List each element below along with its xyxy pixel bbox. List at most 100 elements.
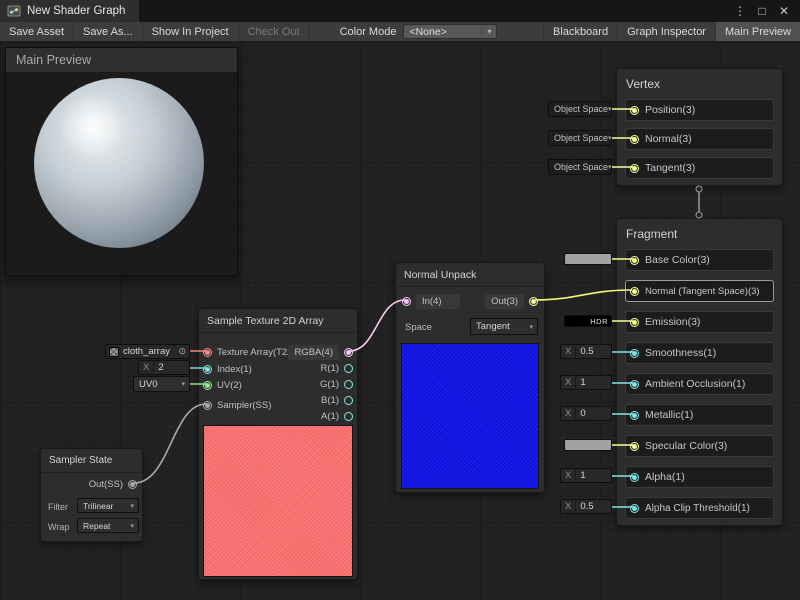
show-in-project-button[interactable]: Show In Project [143,22,239,41]
block-row-position[interactable]: Position(3) [625,99,774,121]
graph-inspector-toggle-button[interactable]: Graph Inspector [617,22,715,41]
wrap-label-row: Wrap [48,520,69,534]
output-out-ss: Out(SS) [89,477,137,491]
base-color-swatch[interactable] [564,253,612,265]
ambient-occlusion-float-field[interactable]: X 1 [560,375,612,390]
color-mode-dropdown[interactable]: <None> ▾ [403,24,497,39]
tab-new-shader-graph[interactable]: New Shader Graph [0,0,139,22]
space-dropdown[interactable]: Tangent ▾ [470,318,538,335]
fragment-node-title[interactable]: Fragment [617,219,782,249]
input-uv: UV(2) [203,378,242,392]
port-sampler[interactable] [203,401,212,410]
save-as-button[interactable]: Save As... [74,22,143,41]
port-a[interactable] [344,412,353,421]
block-row-alpha[interactable]: Alpha(1) [625,466,774,488]
port-index[interactable] [203,365,212,374]
shader-preview-sphere [34,78,204,248]
block-row-vertex-tangent[interactable]: Tangent(3) [625,157,774,179]
port-in4[interactable] [402,297,411,306]
window-controls: ⋮ □ ✕ [730,0,800,22]
main-preview-header[interactable]: Main Preview [6,48,237,73]
block-row-vertex-normal[interactable]: Normal(3) [625,128,774,150]
sample-node-title[interactable]: Sample Texture 2D Array [199,309,357,333]
block-label-vertex-normal: Normal(3) [645,133,692,145]
output-b: B(1) [321,393,353,407]
more-options-icon[interactable]: ⋮ [730,4,750,18]
port-r[interactable] [344,364,353,373]
output-label-out-ss: Out(SS) [89,479,123,490]
port-alpha-clip-threshold[interactable] [630,504,639,513]
port-texture-array[interactable] [203,348,212,357]
sampler-state-node[interactable]: Sampler State Out(SS) Filter Trilinear ▾… [40,448,143,542]
alpha-clip-value: 0.5 [580,501,593,512]
alpha-clip-float-field[interactable]: X 0.5 [560,499,612,514]
alpha-float-field[interactable]: X 1 [560,468,612,483]
port-ambient-occlusion[interactable] [630,380,639,389]
graph-canvas[interactable]: Vertex Position(3) Normal(3) Tangent(3) … [0,42,800,600]
blackboard-toggle-button[interactable]: Blackboard [543,22,617,41]
block-row-emission[interactable]: Emission(3) [625,311,774,333]
ambient-occlusion-value: 1 [580,377,585,388]
wire-samplerstate-to-sampler[interactable] [134,404,206,483]
output-label-out3: Out(3) [485,294,524,309]
port-position[interactable] [630,106,639,115]
main-preview-toggle-button[interactable]: Main Preview [715,22,800,41]
port-smoothness[interactable] [630,349,639,358]
port-alpha[interactable] [630,473,639,482]
color-mode-label: Color Mode [340,26,397,38]
smoothness-float-field[interactable]: X 0.5 [560,344,612,359]
close-icon[interactable]: ✕ [774,4,794,18]
port-metallic[interactable] [630,411,639,420]
port-out3[interactable] [529,297,538,306]
object-picker-icon[interactable]: ⊙ [178,346,189,357]
port-normal-tangent-space[interactable] [630,287,639,296]
filter-dropdown[interactable]: Trilinear ▾ [77,498,139,513]
wrap-value: Repeat [83,521,110,531]
emission-hdr-color-field[interactable]: HDR [564,315,612,327]
fragment-context-node[interactable]: Fragment Base Color(3) Normal (Tangent S… [616,218,783,526]
specular-color-swatch[interactable] [564,439,612,451]
port-out-ss[interactable] [128,480,137,489]
toolbar-right-group: Blackboard Graph Inspector Main Preview [543,22,800,41]
port-emission[interactable] [630,318,639,327]
sample-texture-2d-array-node[interactable]: Sample Texture 2D Array Texture Array(T2… [198,308,358,580]
normal-unpack-title[interactable]: Normal Unpack [396,263,544,287]
port-b[interactable] [344,396,353,405]
block-row-metallic[interactable]: Metallic(1) [625,404,774,426]
block-row-alpha-clip-threshold[interactable]: Alpha Clip Threshold(1) [625,497,774,519]
position-space-dropdown[interactable]: Object Space ▾ [548,101,612,117]
block-label-position: Position(3) [645,104,695,116]
block-row-ambient-occlusion[interactable]: Ambient Occlusion(1) [625,373,774,395]
block-row-base-color[interactable]: Base Color(3) [625,249,774,271]
texture-array-object-field[interactable]: cloth_array ⊙ [105,344,190,359]
block-label-smoothness: Smoothness(1) [645,347,716,359]
port-g[interactable] [344,380,353,389]
vertex-node-title[interactable]: Vertex [617,69,782,99]
vertex-context-node[interactable]: Vertex Position(3) Normal(3) Tangent(3) [616,68,783,186]
metallic-float-field[interactable]: X 0 [560,406,612,421]
maximize-icon[interactable]: □ [752,4,772,18]
sample-node-texture-preview [203,425,353,577]
block-row-smoothness[interactable]: Smoothness(1) [625,342,774,364]
sampler-state-title[interactable]: Sampler State [41,449,142,473]
save-asset-button[interactable]: Save Asset [0,22,74,41]
main-preview-window[interactable]: Main Preview [5,47,238,276]
port-base-color[interactable] [630,256,639,265]
port-specular-color[interactable] [630,442,639,451]
port-uv[interactable] [203,381,212,390]
port-rgba[interactable] [344,348,353,357]
tangent-space-dropdown[interactable]: Object Space ▾ [548,159,612,175]
uv-channel-dropdown[interactable]: UV0 ▾ [133,376,190,392]
index-float-field[interactable]: X 2 [138,360,190,375]
block-label-ambient-occlusion: Ambient Occlusion(1) [645,378,745,390]
axis-label: X [561,408,576,419]
main-preview-title: Main Preview [16,53,91,67]
check-out-button[interactable]: Check Out [239,22,310,41]
block-row-normal-tangent-space[interactable]: Normal (Tangent Space)(3) [625,280,774,302]
port-vertex-tangent[interactable] [630,164,639,173]
wrap-dropdown[interactable]: Repeat ▾ [77,518,139,533]
block-row-specular-color[interactable]: Specular Color(3) [625,435,774,457]
normal-space-dropdown[interactable]: Object Space ▾ [548,130,612,146]
port-vertex-normal[interactable] [630,135,639,144]
normal-unpack-node[interactable]: Normal Unpack In(4) Out(3) Space Tangent… [395,262,545,493]
